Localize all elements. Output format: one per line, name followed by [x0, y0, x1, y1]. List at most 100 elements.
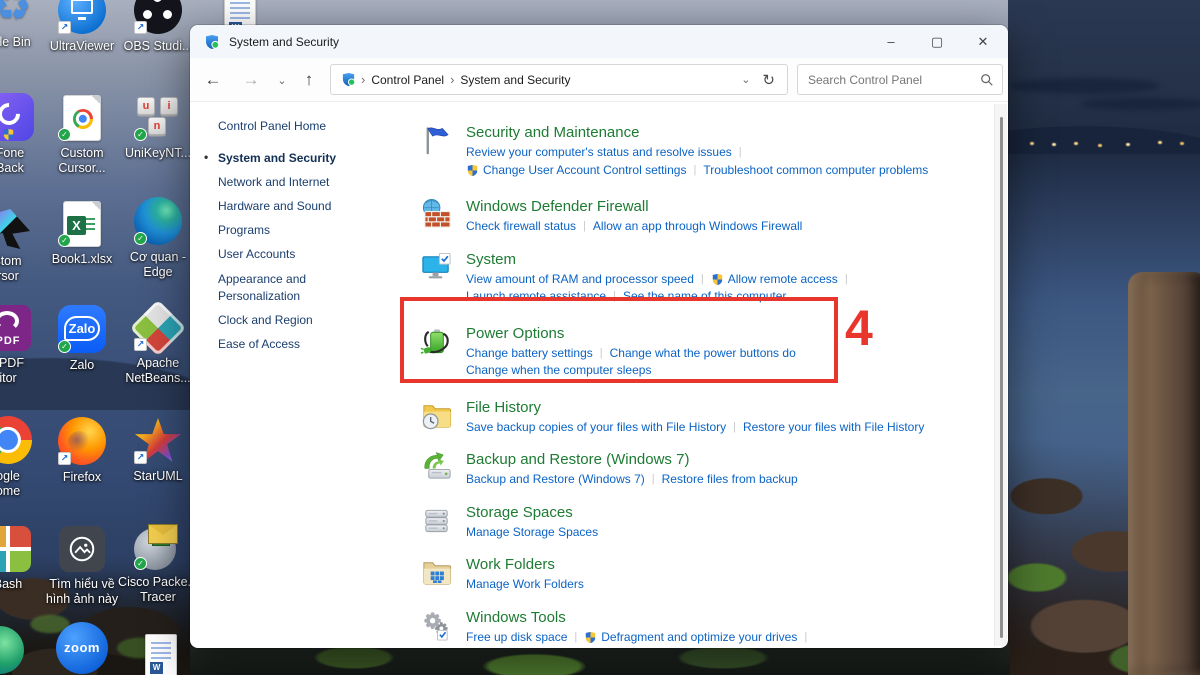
link-separator: | — [613, 290, 616, 302]
section-title-system[interactable]: System — [466, 250, 855, 269]
titlebar[interactable]: System and Security – ▢ ✕ — [190, 25, 1008, 58]
up-button[interactable]: ↑ — [294, 65, 324, 95]
task-link[interactable]: Change when the computer sleeps — [466, 363, 651, 379]
task-link[interactable]: Defragment and optimize your drives — [584, 630, 797, 646]
task-link[interactable]: Check firewall status — [466, 219, 576, 235]
search-input[interactable] — [806, 71, 980, 88]
section-title-power-options[interactable]: Power Options — [466, 324, 796, 343]
desktop-icon-book1-xlsx[interactable]: X Book1.xlsx — [40, 199, 124, 267]
desktop-icon-co-quan-edge[interactable]: Cơ quan - Edge — [116, 197, 200, 280]
sidebar-item-user-accounts[interactable]: User Accounts — [218, 243, 368, 267]
link-separator: | — [804, 630, 808, 643]
task-link[interactable]: Allow remote access — [711, 272, 838, 288]
vertical-scrollbar[interactable] — [994, 104, 1007, 646]
desktop-icon-label: Tìm hiểu về hình ảnh này — [45, 577, 119, 606]
navigation-bar: ← → ⌄ ↑ › Control Panel › System and Securi… — [190, 58, 1008, 102]
desktop-icon-zalo[interactable]: Zalo Zalo — [40, 305, 124, 373]
link-separator: | — [651, 473, 655, 485]
task-link[interactable]: Manage Storage Spaces — [466, 525, 598, 541]
wallpaper-cloud — [1010, 78, 1160, 94]
sidebar-item-network-and-internet[interactable]: Network and Internet — [218, 170, 368, 194]
desktop-icon-tim-hieu-ve-hinh-anh-nay[interactable]: Tìm hiểu về hình ảnh này — [40, 524, 124, 607]
sidebar-item-appearance-and-personalization[interactable]: Appearance and Personalization — [218, 267, 368, 308]
desktop-icon-green-app-partial[interactable] — [0, 626, 42, 674]
scrollbar-thumb[interactable] — [1000, 117, 1003, 638]
wallpaper-rocks-bottom — [190, 646, 1010, 675]
task-link[interactable]: Change what the power buttons do — [610, 346, 796, 362]
desktop-icon-ultraviewer[interactable]: UltraViewer — [40, 0, 124, 54]
maximize-button[interactable]: ▢ — [914, 25, 960, 58]
back-button[interactable]: ← — [198, 65, 228, 95]
zoom-icon: zoom — [40, 622, 124, 674]
section-title-security-and-maintenance[interactable]: Security and Maintenance — [466, 123, 928, 142]
task-link[interactable]: Free up disk space — [466, 630, 567, 646]
task-link[interactable]: Save backup copies of your files with Fi… — [466, 420, 726, 436]
desktop-icon-obs-studio[interactable]: OBS Studi... — [116, 0, 200, 54]
task-link[interactable]: Create and format hard disk partitions — [466, 647, 684, 648]
section-title-backup-and-restore[interactable]: Backup and Restore (Windows 7) — [466, 450, 798, 469]
section-backup-and-restore: Backup and Restore (Windows 7) Backup an… — [420, 450, 1008, 490]
recent-pages-dropdown-icon[interactable]: ⌄ — [272, 65, 292, 95]
uac-shield-icon — [712, 273, 723, 285]
address-bar[interactable]: › Control Panel › System and Security ⌄ ↻ — [330, 64, 788, 95]
minimize-button[interactable]: – — [868, 25, 914, 58]
sidebar-item-hardware-and-sound[interactable]: Hardware and Sound — [218, 194, 368, 218]
desktop-icon-label: StarUML — [133, 469, 183, 483]
obs-studio-icon — [116, 0, 200, 34]
uac-shield-icon — [2, 128, 15, 141]
desktop-icon-label: Firefox — [62, 470, 102, 484]
refresh-icon[interactable]: ↻ — [760, 71, 779, 89]
section-title-windows-defender-firewall[interactable]: Windows Defender Firewall — [466, 197, 802, 216]
desktop-icon-firefox[interactable]: Firefox — [40, 417, 124, 485]
folder-clock-icon — [420, 398, 466, 438]
close-button[interactable]: ✕ — [960, 25, 1006, 58]
task-link[interactable]: Manage Work Folders — [466, 577, 584, 593]
forward-button[interactable]: → — [236, 65, 266, 95]
section-title-storage-spaces[interactable]: Storage Spaces — [466, 503, 598, 522]
task-link[interactable]: See the name of this computer — [623, 289, 786, 305]
section-title-windows-tools[interactable]: Windows Tools — [466, 608, 917, 627]
sidebar-item-ease-of-access[interactable]: Ease of Access — [218, 332, 368, 356]
task-link[interactable]: Restore files from backup — [662, 472, 798, 488]
task-link[interactable]: Change User Account Control settings — [466, 163, 686, 179]
task-link[interactable]: View event logs — [701, 647, 802, 648]
search-icon[interactable] — [980, 73, 994, 87]
apache-netbeans-icon — [116, 299, 200, 357]
breadcrumb-item[interactable]: System and Security — [457, 73, 573, 87]
task-link[interactable]: Schedule tasks — [818, 647, 916, 648]
breadcrumb-item[interactable]: Control Panel — [368, 73, 447, 87]
task-link[interactable]: Review your computer's status and resolv… — [466, 145, 732, 161]
task-list: Security and Maintenance Review your com… — [420, 103, 1008, 648]
desktop-icon-cisco-packet-tracer[interactable]: Cisco Packe... Tracer — [116, 522, 200, 605]
task-link[interactable]: Change battery settings — [466, 346, 593, 362]
task-link[interactable]: View amount of RAM and processor speed — [466, 272, 694, 288]
task-link[interactable]: Troubleshoot common computer problems — [703, 163, 928, 179]
section-power-options: Power Options Change battery settings | Ch… — [420, 324, 1008, 381]
link-separator: | — [801, 647, 818, 648]
sidebar-item-clock-and-region[interactable]: Clock and Region — [218, 308, 368, 332]
breadcrumb: › Control Panel › System and Security — [358, 71, 573, 89]
task-link[interactable]: Allow an app through Windows Firewall — [593, 219, 802, 235]
search-box[interactable] — [797, 64, 1003, 95]
task-link[interactable]: Restore your files with File History — [743, 420, 924, 436]
unikey-nt-icon: uin — [116, 93, 200, 141]
section-windows-defender-firewall: Windows Defender Firewall Check firewall… — [420, 197, 1008, 237]
desktop-icon-zoom[interactable]: zoom — [40, 622, 124, 674]
desktop-screen: ♻cle Bin UltraViewer OBS Studi... W Fone… — [0, 0, 1200, 675]
firewall-icon — [420, 197, 466, 237]
address-dropdown-icon[interactable]: ⌄ — [731, 73, 760, 86]
task-link[interactable]: Backup and Restore (Windows 7) — [466, 472, 645, 488]
desktop-icon-unikey-nt[interactable]: uin UniKeyNT... — [116, 93, 200, 161]
sidebar-control-panel-home[interactable]: Control Panel Home — [218, 119, 420, 133]
sidebar-item-system-and-security[interactable]: System and Security — [204, 146, 368, 170]
section-title-file-history[interactable]: File History — [466, 398, 924, 417]
desktop-icon-apache-netbeans[interactable]: Apache NetBeans... — [116, 299, 200, 386]
desktop-icon-custom-cursor[interactable]: Custom Cursor... — [40, 93, 124, 176]
task-link[interactable]: Launch remote assistance — [466, 289, 606, 305]
sidebar-item-programs[interactable]: Programs — [218, 219, 368, 243]
battery-plug-icon — [420, 324, 466, 381]
desktop-icon-staruml[interactable]: StarUML — [116, 416, 200, 484]
green-app-partial-icon — [0, 626, 42, 674]
section-title-work-folders[interactable]: Work Folders — [466, 555, 584, 574]
desktop-icon-label: UniKeyNT... — [125, 146, 191, 160]
